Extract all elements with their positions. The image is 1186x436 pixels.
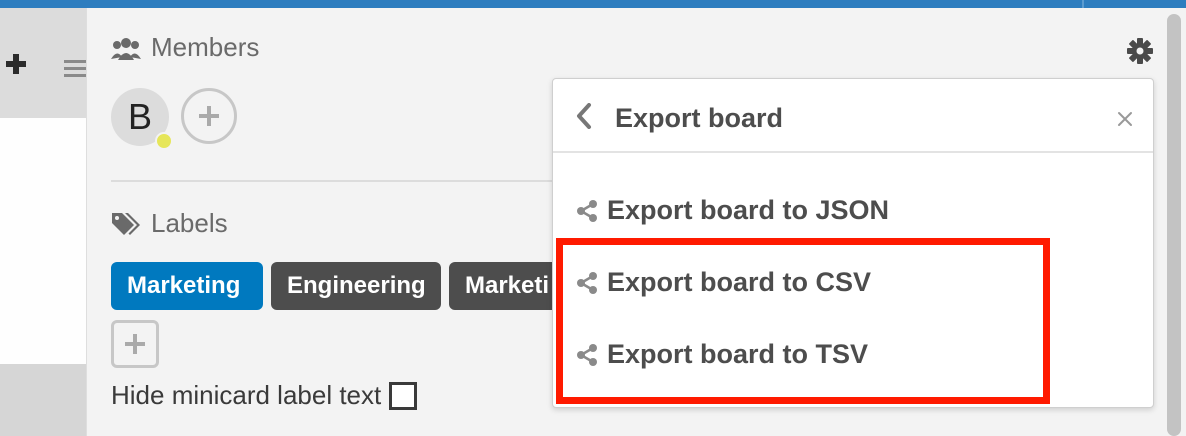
members-header: Members: [111, 32, 259, 63]
scrollbar[interactable]: [1164, 8, 1186, 436]
presence-dot: [155, 132, 173, 150]
label-chip-marketing[interactable]: Marketing: [111, 262, 263, 310]
label-chip-engineering[interactable]: Engineering: [271, 262, 441, 310]
close-icon[interactable]: [1117, 111, 1133, 127]
add-member-icon: [199, 106, 219, 126]
label-chip-text: Engineering: [287, 272, 426, 299]
plus-icon[interactable]: [4, 52, 28, 76]
members-title: Members: [151, 32, 260, 62]
hide-minicard-label-text-label: Hide minicard label text: [111, 380, 382, 410]
board-card[interactable]: [0, 118, 86, 364]
share-icon: [577, 199, 597, 222]
top-bar: [0, 0, 1186, 8]
popup-header: Export board: [553, 79, 1153, 153]
labels-title: Labels: [151, 208, 228, 238]
tag-icon: [112, 212, 140, 235]
add-label-icon: [125, 334, 145, 354]
back-icon[interactable]: [573, 103, 595, 129]
menu-icon[interactable]: [64, 58, 86, 78]
top-bar-tick: [1082, 0, 1084, 8]
export-json-item[interactable]: Export board to JSON: [575, 195, 889, 226]
popup-title: Export board: [615, 103, 784, 133]
export-json-label: Export board to JSON: [607, 195, 890, 225]
hide-minicard-label-checkbox[interactable]: [389, 381, 418, 410]
highlight-box: [556, 238, 1050, 404]
add-label-button[interactable]: [111, 320, 159, 368]
label-chip-text: Marketing: [127, 272, 241, 299]
add-member-button[interactable]: [181, 88, 237, 144]
label-chip-marketing-2[interactable]: Marketi: [449, 262, 569, 310]
label-chip-text: Marketi: [465, 272, 550, 299]
members-icon: [111, 37, 141, 60]
labels-header: Labels: [111, 208, 228, 239]
scrollbar-thumb[interactable]: [1167, 14, 1181, 436]
hide-minicard-label-text[interactable]: Hide minicard label text: [111, 380, 418, 411]
avatar-initial: B: [127, 96, 152, 137]
gear-icon[interactable]: [1127, 38, 1153, 64]
